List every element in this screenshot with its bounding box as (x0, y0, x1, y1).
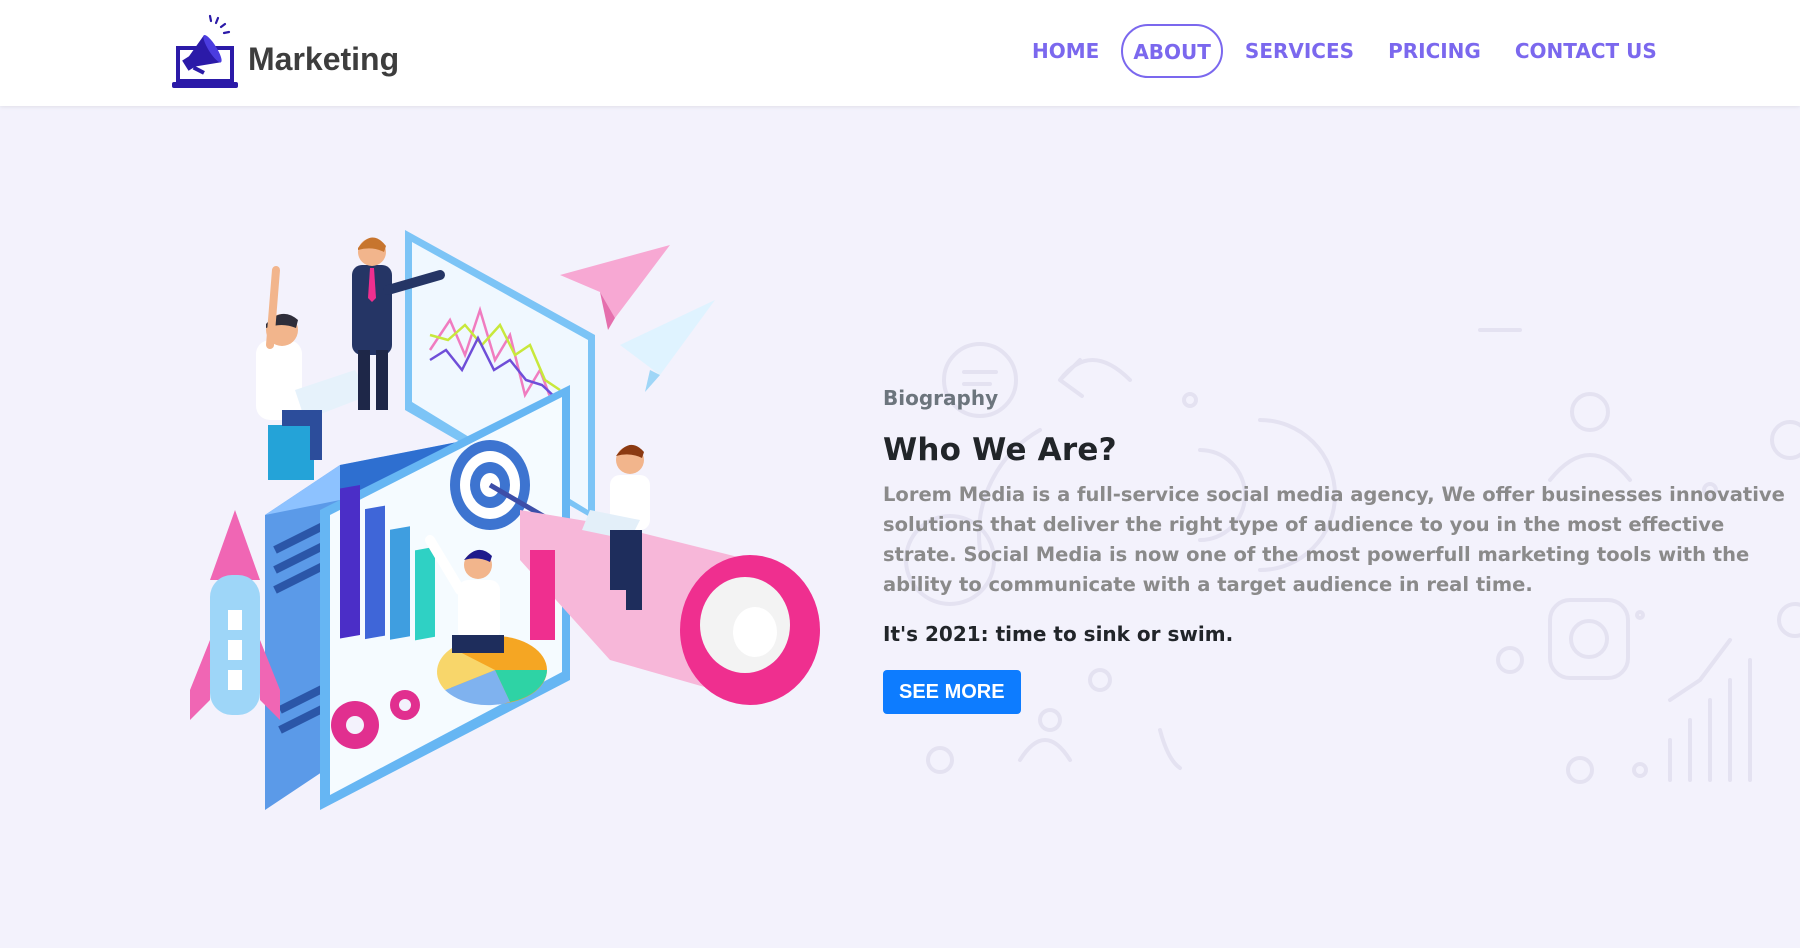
brand-name: Marketing (248, 40, 400, 77)
brand[interactable]: Marketing (170, 12, 399, 92)
nav-pricing[interactable]: PRICING (1376, 27, 1493, 75)
navbar: Marketing HOME ABOUT SERVICES PRICING CO… (0, 0, 1800, 106)
main-nav: HOME ABOUT SERVICES PRICING CONTACT US (1020, 24, 1669, 78)
section-heading: Who We Are? (883, 432, 1117, 468)
nav-about[interactable]: ABOUT (1121, 24, 1223, 78)
tagline: It's 2021: time to sink or swim. (883, 622, 1234, 646)
section-eyebrow: Biography (883, 386, 999, 410)
about-paragraph: Lorem Media is a full-service social med… (883, 483, 1785, 596)
digital-marketing-illustration-icon (190, 230, 820, 810)
see-more-button[interactable]: SEE MORE (883, 670, 1021, 714)
nav-services[interactable]: SERVICES (1233, 27, 1366, 75)
about-section: Biography Who We Are? Lorem Media is a f… (883, 386, 1793, 714)
megaphone-laptop-icon (172, 14, 238, 88)
nav-home[interactable]: HOME (1020, 27, 1111, 75)
nav-contact-us[interactable]: CONTACT US (1503, 27, 1669, 75)
